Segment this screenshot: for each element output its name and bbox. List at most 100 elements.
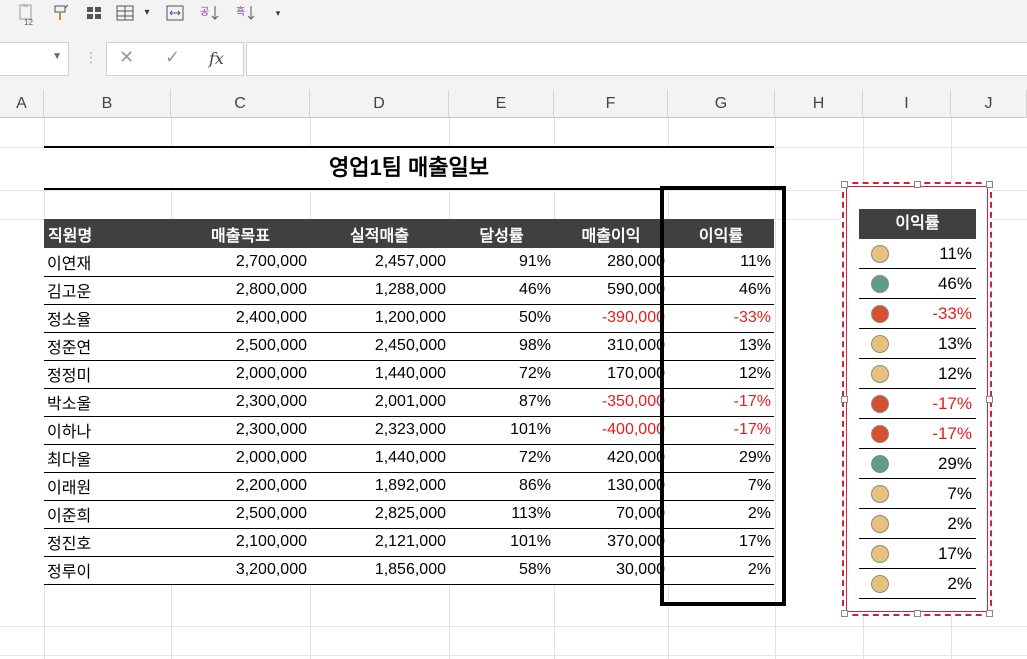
column-header-f[interactable]: F bbox=[554, 90, 668, 118]
header-rate[interactable]: 달성률 bbox=[449, 219, 554, 248]
cell-rate[interactable]: 86% bbox=[449, 472, 554, 501]
cell-name[interactable]: 정정미 bbox=[44, 360, 171, 389]
column-header-g[interactable]: G bbox=[668, 90, 775, 118]
cell-actual[interactable]: 1,200,000 bbox=[310, 304, 449, 333]
chevron-down-icon[interactable]: ▼ bbox=[52, 51, 62, 62]
grid-icon[interactable] bbox=[84, 3, 106, 23]
cell-target[interactable]: 2,500,000 bbox=[171, 500, 310, 529]
cell-name[interactable]: 이하나 bbox=[44, 416, 171, 445]
column-header-d[interactable]: D bbox=[310, 90, 449, 118]
chevron-down-icon[interactable]: ▾ bbox=[142, 3, 152, 23]
cell-target[interactable]: 2,300,000 bbox=[171, 416, 310, 445]
customize-toolbar-icon[interactable]: ▾ bbox=[272, 3, 284, 23]
cell-profit[interactable]: 70,000 bbox=[554, 500, 668, 529]
resize-handle-right[interactable] bbox=[986, 396, 993, 403]
format-painter-icon[interactable] bbox=[50, 3, 72, 23]
fit-column-icon[interactable] bbox=[164, 3, 186, 23]
sort-ascending-icon[interactable]: 공 bbox=[198, 3, 222, 23]
cell-rate[interactable]: 46% bbox=[449, 276, 554, 305]
cell-target[interactable]: 2,200,000 bbox=[171, 472, 310, 501]
cell-rate[interactable]: 91% bbox=[449, 248, 554, 277]
column-header-a[interactable]: A bbox=[0, 90, 44, 118]
cell-target[interactable]: 2,800,000 bbox=[171, 276, 310, 305]
column-header-i[interactable]: I bbox=[863, 90, 951, 118]
cell-profit[interactable]: 30,000 bbox=[554, 556, 668, 585]
cell-profit[interactable]: -400,000 bbox=[554, 416, 668, 445]
cell-rate[interactable]: 87% bbox=[449, 388, 554, 417]
cell-profit[interactable]: 130,000 bbox=[554, 472, 668, 501]
cell-actual[interactable]: 1,892,000 bbox=[310, 472, 449, 501]
cell-name[interactable]: 정루이 bbox=[44, 556, 171, 585]
cell-profit[interactable]: 310,000 bbox=[554, 332, 668, 361]
cell-rate[interactable]: 101% bbox=[449, 416, 554, 445]
cell-name[interactable]: 이래원 bbox=[44, 472, 171, 501]
cell-profit[interactable]: 590,000 bbox=[554, 276, 668, 305]
column-header-e[interactable]: E bbox=[449, 90, 554, 118]
cell-actual[interactable]: 1,856,000 bbox=[310, 556, 449, 585]
cell-profit[interactable]: -390,000 bbox=[554, 304, 668, 333]
column-header-h[interactable]: H bbox=[775, 90, 863, 118]
cell-rate[interactable]: 72% bbox=[449, 444, 554, 473]
header-target[interactable]: 매출목표 bbox=[171, 219, 310, 248]
resize-handle-left[interactable] bbox=[841, 396, 848, 403]
insert-function-icon[interactable]: fx bbox=[209, 49, 224, 68]
cell-target[interactable]: 2,400,000 bbox=[171, 304, 310, 333]
cell-profit[interactable]: -350,000 bbox=[554, 388, 668, 417]
cell-profit[interactable]: 420,000 bbox=[554, 444, 668, 473]
cell-actual[interactable]: 1,288,000 bbox=[310, 276, 449, 305]
linked-picture[interactable]: 이익률 11% 46% -33% 13% 12% -17% -17% 29% 7% 2% 17% 2% bbox=[841, 181, 993, 617]
cell-rate[interactable]: 101% bbox=[449, 528, 554, 557]
cell-actual[interactable]: 2,457,000 bbox=[310, 248, 449, 277]
cell-name[interactable]: 김고운 bbox=[44, 276, 171, 305]
cell-actual[interactable]: 1,440,000 bbox=[310, 444, 449, 473]
resize-handle-top-right[interactable] bbox=[986, 181, 993, 188]
cell-target[interactable]: 2,700,000 bbox=[171, 248, 310, 277]
cell-rate[interactable]: 98% bbox=[449, 332, 554, 361]
paste-values-icon[interactable]: 12 bbox=[14, 3, 38, 27]
name-box[interactable]: ▼ bbox=[0, 42, 69, 76]
cell-actual[interactable]: 2,323,000 bbox=[310, 416, 449, 445]
merge-icon[interactable] bbox=[114, 3, 136, 23]
header-profit[interactable]: 매출이익 bbox=[554, 219, 668, 248]
cell-actual[interactable]: 2,121,000 bbox=[310, 528, 449, 557]
cell-target[interactable]: 2,100,000 bbox=[171, 528, 310, 557]
header-actual[interactable]: 실적매출 bbox=[310, 219, 449, 248]
drag-handle-icon[interactable]: ⋮ bbox=[84, 50, 98, 64]
column-header-j[interactable]: J bbox=[951, 90, 1027, 118]
formula-input[interactable] bbox=[246, 42, 1027, 76]
resize-handle-bottom-left[interactable] bbox=[841, 610, 848, 617]
cell-profit[interactable]: 280,000 bbox=[554, 248, 668, 277]
sort-descending-icon[interactable]: 흑 bbox=[234, 3, 258, 23]
header-name[interactable]: 직원명 bbox=[44, 219, 171, 248]
cell-target[interactable]: 2,000,000 bbox=[171, 360, 310, 389]
cell-actual[interactable]: 2,001,000 bbox=[310, 388, 449, 417]
resize-handle-top-left[interactable] bbox=[841, 181, 848, 188]
cell-name[interactable]: 정준연 bbox=[44, 332, 171, 361]
cell-target[interactable]: 2,300,000 bbox=[171, 388, 310, 417]
cell-rate[interactable]: 50% bbox=[449, 304, 554, 333]
cancel-icon[interactable]: ✕ bbox=[119, 47, 134, 68]
cell-name[interactable]: 정소율 bbox=[44, 304, 171, 333]
cell-name[interactable]: 최다울 bbox=[44, 444, 171, 473]
cell-actual[interactable]: 2,450,000 bbox=[310, 332, 449, 361]
cell-target[interactable]: 2,500,000 bbox=[171, 332, 310, 361]
cell-rate[interactable]: 58% bbox=[449, 556, 554, 585]
cell-profit[interactable]: 370,000 bbox=[554, 528, 668, 557]
cell-name[interactable]: 정진호 bbox=[44, 528, 171, 557]
cell-rate[interactable]: 113% bbox=[449, 500, 554, 529]
cell-name[interactable]: 이준희 bbox=[44, 500, 171, 529]
cell-target[interactable]: 2,000,000 bbox=[171, 444, 310, 473]
resize-handle-top[interactable] bbox=[914, 181, 921, 188]
column-header-c[interactable]: C bbox=[171, 90, 310, 118]
cell-name[interactable]: 박소울 bbox=[44, 388, 171, 417]
cell-target[interactable]: 3,200,000 bbox=[171, 556, 310, 585]
cell-name[interactable]: 이연재 bbox=[44, 248, 171, 277]
column-header-b[interactable]: B bbox=[44, 90, 171, 118]
cell-actual[interactable]: 1,440,000 bbox=[310, 360, 449, 389]
resize-handle-bottom[interactable] bbox=[914, 610, 921, 617]
cell-actual[interactable]: 2,825,000 bbox=[310, 500, 449, 529]
cell-profit[interactable]: 170,000 bbox=[554, 360, 668, 389]
enter-icon[interactable]: ✓ bbox=[165, 47, 180, 68]
resize-handle-bottom-right[interactable] bbox=[986, 610, 993, 617]
cell-rate[interactable]: 72% bbox=[449, 360, 554, 389]
